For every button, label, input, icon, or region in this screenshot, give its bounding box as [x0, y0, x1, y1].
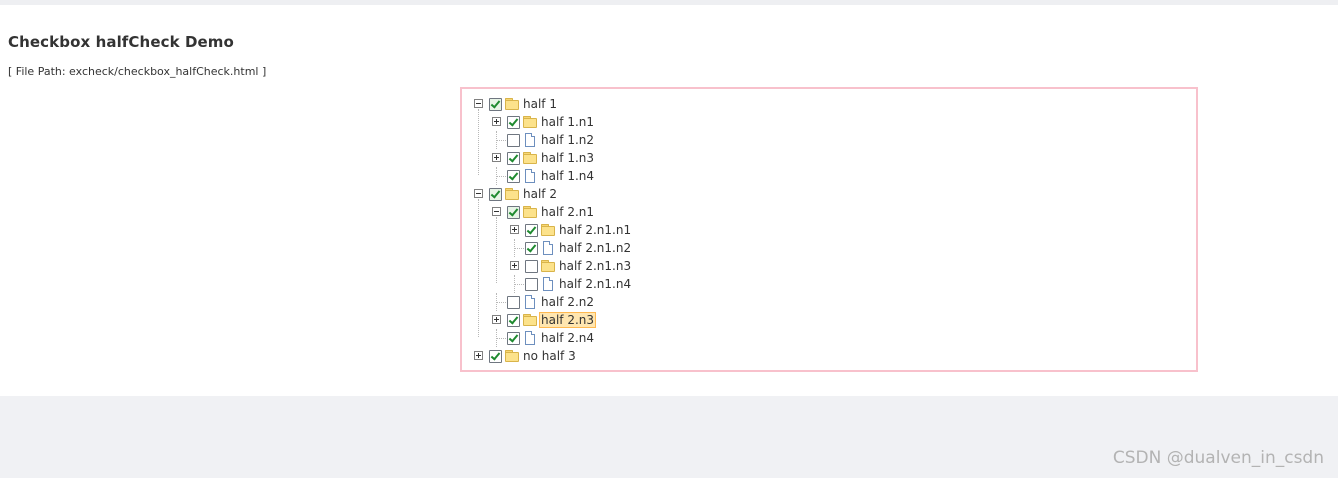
tree-guide-line	[496, 217, 497, 283]
checkbox[interactable]	[507, 331, 520, 345]
expand-icon[interactable]	[488, 311, 506, 329]
checkbox[interactable]	[489, 187, 502, 201]
folder-icon	[504, 96, 520, 112]
tree-node[interactable]: no half 3	[470, 347, 578, 365]
file-icon	[522, 132, 538, 148]
folder-icon	[522, 204, 538, 220]
tree-node[interactable]: half 1.n3	[488, 149, 596, 167]
checkbox[interactable]	[525, 223, 538, 237]
folder-icon	[522, 150, 538, 166]
tree-node[interactable]: half 1.n1	[488, 113, 596, 131]
tree-node[interactable]: half 2.n3	[488, 311, 597, 329]
tree-node-label[interactable]: half 2.n1.n3	[557, 258, 633, 274]
file-icon	[522, 330, 538, 346]
tree-guide-line	[478, 109, 479, 175]
expand-icon[interactable]	[506, 221, 524, 239]
folder-icon	[504, 348, 520, 364]
tree-node[interactable]: half 2.n4	[488, 329, 596, 347]
tree-node-label[interactable]: half 2.n1	[539, 204, 596, 220]
checkbox[interactable]	[507, 205, 520, 219]
expand-icon[interactable]	[506, 257, 524, 275]
folder-icon	[522, 312, 538, 328]
main-content: Checkbox halfCheck Demo [ File Path: exc…	[0, 5, 1338, 396]
tree-node-label[interactable]: half 2.n4	[539, 330, 596, 346]
tree-node-label[interactable]: half 1.n4	[539, 168, 596, 184]
page-title: Checkbox halfCheck Demo	[8, 33, 234, 51]
tree-connector	[506, 239, 524, 257]
expand-icon[interactable]	[488, 149, 506, 167]
tree-node[interactable]: half 2	[470, 185, 559, 203]
checkbox[interactable]	[507, 295, 520, 309]
checkbox[interactable]	[507, 313, 520, 327]
tree-node-label[interactable]: half 2.n3	[539, 312, 597, 328]
checkbox[interactable]	[507, 151, 520, 165]
checkbox-tree: half 1 half 1.n1 half 1.n2 half 1.n3 half 1.…	[462, 89, 1196, 370]
tree-node[interactable]: half 1.n4	[488, 167, 596, 185]
tree-node-label[interactable]: half 1.n3	[539, 150, 596, 166]
tree-connector	[488, 167, 506, 185]
tree-node-label[interactable]: half 2.n2	[539, 294, 596, 310]
tree-node[interactable]: half 2.n1.n3	[506, 257, 633, 275]
checkbox[interactable]	[525, 277, 538, 291]
expand-icon[interactable]	[488, 113, 506, 131]
checkbox[interactable]	[525, 259, 538, 273]
collapse-icon[interactable]	[470, 95, 488, 113]
tree-connector	[488, 131, 506, 149]
tree-container: half 1 half 1.n1 half 1.n2 half 1.n3 half 1.…	[460, 87, 1198, 372]
tree-connector	[506, 275, 524, 293]
folder-icon	[522, 114, 538, 130]
tree-connector	[488, 329, 506, 347]
tree-node[interactable]: half 1.n2	[488, 131, 596, 149]
tree-node-label[interactable]: half 2.n1.n2	[557, 240, 633, 256]
tree-node[interactable]: half 2.n2	[488, 293, 596, 311]
tree-node[interactable]: half 2.n1.n4	[506, 275, 633, 293]
tree-node-label[interactable]: half 2.n1.n1	[557, 222, 633, 238]
checkbox[interactable]	[489, 349, 502, 363]
file-icon	[540, 276, 556, 292]
tree-guide-line	[478, 199, 479, 337]
file-icon	[522, 294, 538, 310]
file-icon	[522, 168, 538, 184]
collapse-icon[interactable]	[488, 203, 506, 221]
tree-node[interactable]: half 2.n1	[488, 203, 596, 221]
tree-node-label[interactable]: half 1.n1	[539, 114, 596, 130]
tree-node[interactable]: half 2.n1.n2	[506, 239, 633, 257]
file-path-text: [ File Path: excheck/checkbox_halfCheck.…	[8, 65, 267, 78]
tree-node-label[interactable]: half 2	[521, 186, 559, 202]
tree-node-label[interactable]: half 2.n1.n4	[557, 276, 633, 292]
tree-node-label[interactable]: half 1.n2	[539, 132, 596, 148]
folder-icon	[540, 258, 556, 274]
checkbox[interactable]	[507, 169, 520, 183]
folder-icon	[504, 186, 520, 202]
watermark: CSDN @dualven_in_csdn	[1112, 448, 1324, 468]
collapse-icon[interactable]	[470, 185, 488, 203]
checkbox[interactable]	[525, 241, 538, 255]
tree-connector	[488, 293, 506, 311]
tree-node-label[interactable]: half 1	[521, 96, 559, 112]
tree-node[interactable]: half 1	[470, 95, 559, 113]
tree-node[interactable]: half 2.n1.n1	[506, 221, 633, 239]
folder-icon	[540, 222, 556, 238]
checkbox[interactable]	[507, 133, 520, 147]
expand-icon[interactable]	[470, 347, 488, 365]
file-icon	[540, 240, 556, 256]
checkbox[interactable]	[489, 97, 502, 111]
tree-node-label[interactable]: no half 3	[521, 348, 578, 364]
checkbox[interactable]	[507, 115, 520, 129]
